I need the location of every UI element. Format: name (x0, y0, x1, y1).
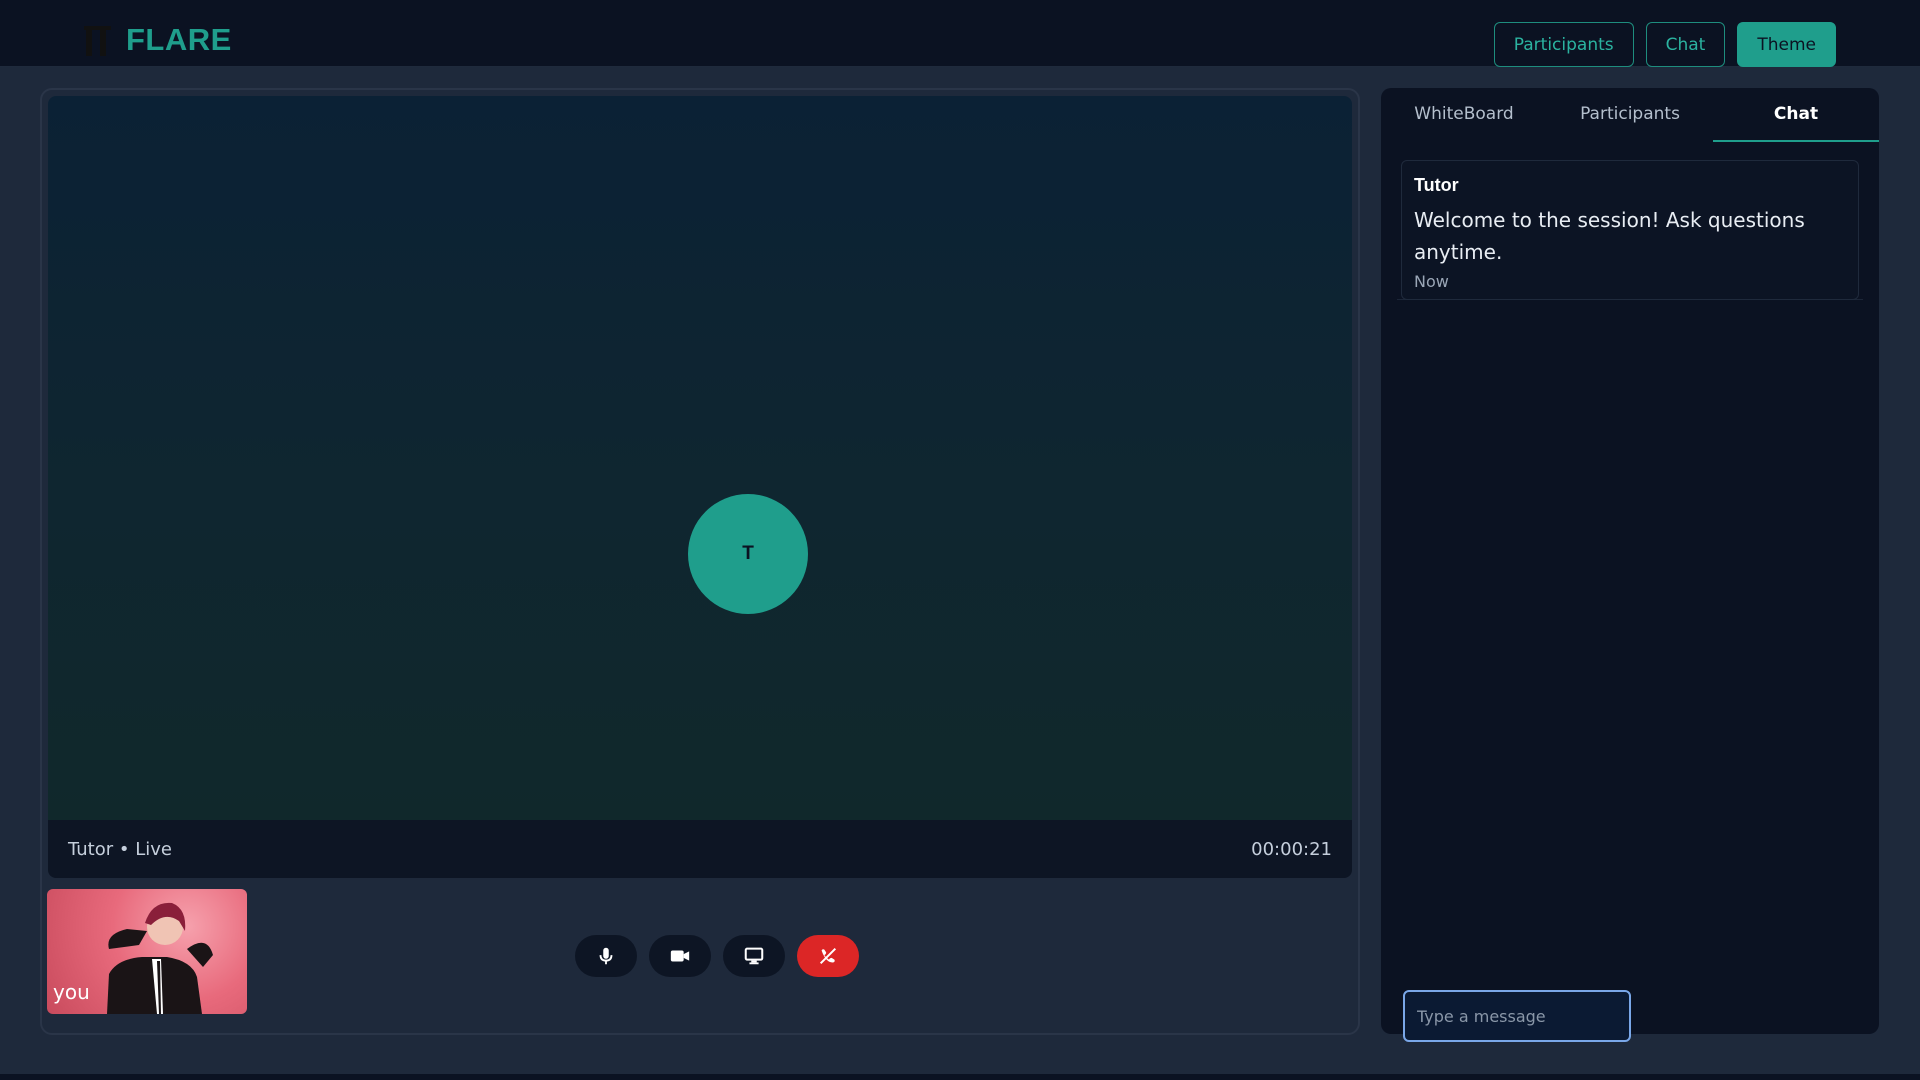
participants-button[interactable]: Participants (1493, 22, 1634, 67)
live-label: Tutor • Live (68, 839, 172, 860)
bottom-strip (0, 1074, 1920, 1080)
tab-participants[interactable]: Participants (1547, 88, 1713, 142)
message-author: Tutor (1414, 175, 1459, 195)
logo-icon (84, 26, 111, 56)
theme-button[interactable]: Theme (1737, 22, 1836, 67)
self-label: you (53, 980, 90, 1004)
top-bar: FLARE Participants Chat Theme (0, 0, 1920, 67)
tab-whiteboard[interactable]: WhiteBoard (1381, 88, 1547, 142)
message-time: Now (1414, 272, 1449, 291)
side-tabs: WhiteBoard Participants Chat (1381, 88, 1879, 142)
screen-share-button[interactable] (723, 935, 785, 977)
mic-button[interactable] (575, 935, 637, 977)
tutor-avatar: T (688, 494, 808, 614)
camera-button[interactable] (649, 935, 711, 977)
call-controls (575, 935, 859, 977)
self-view-video: you (47, 889, 247, 1014)
end-call-button[interactable] (797, 935, 859, 977)
microphone-icon (599, 947, 613, 965)
end-call-icon (819, 947, 837, 965)
video-footer: Tutor • Live 00:00:21 (48, 820, 1352, 878)
message-text: Welcome to the session! Ask questions an… (1414, 208, 1805, 264)
side-panel: WhiteBoard Participants Chat Tutor Welco… (1381, 88, 1879, 1042)
camera-icon (670, 950, 690, 962)
chat-message-input[interactable] (1403, 990, 1631, 1042)
top-actions: Participants Chat Theme (1493, 22, 1836, 67)
chat-button[interactable]: Chat (1645, 22, 1726, 67)
call-timer: 00:00:21 (1251, 839, 1332, 860)
message-card: Tutor Welcome to the session! Ask questi… (1401, 160, 1859, 300)
brand-name: FLARE (126, 22, 232, 57)
brand[interactable]: FLARE (84, 22, 232, 58)
message-list: Tutor Welcome to the session! Ask questi… (1397, 160, 1863, 300)
screen-share-icon (744, 947, 764, 965)
tab-chat[interactable]: Chat (1713, 88, 1879, 142)
main-video: T (48, 96, 1352, 820)
